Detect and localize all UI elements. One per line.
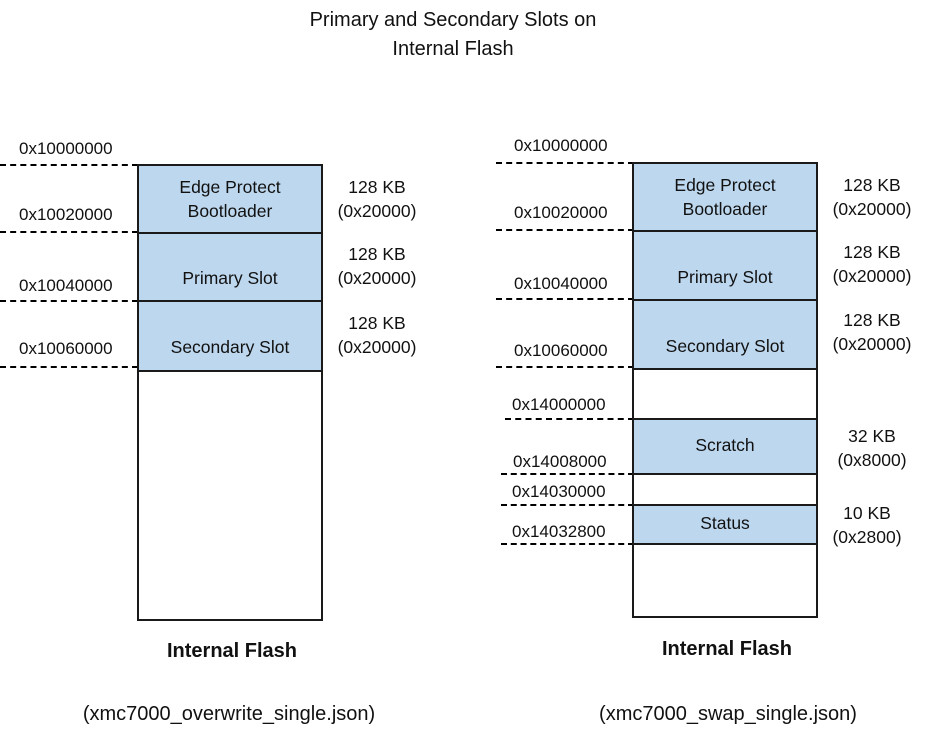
- address-dash-line: [0, 366, 138, 368]
- region-label: Bootloader: [682, 199, 768, 219]
- title-line-1: Primary and Secondary Slots on: [309, 9, 597, 31]
- address-dash-line: [505, 418, 634, 420]
- internal-flash-block: Edge Protect Bootloader Primary Slot Seco…: [137, 164, 323, 621]
- config-file-label: (xmc7000_swap_single.json): [599, 703, 857, 725]
- region-label: Primary Slot: [677, 266, 773, 287]
- flash-caption: Internal Flash: [661, 638, 793, 660]
- region-size: 128 KB (0x20000): [322, 242, 432, 290]
- address-dash-line: [496, 298, 634, 300]
- address-label: 0x10000000: [19, 139, 113, 158]
- size-kb: 32 KB: [848, 426, 896, 446]
- size-kb: 128 KB: [348, 244, 406, 264]
- size-kb: 128 KB: [348, 177, 406, 197]
- address-dash-line: [496, 162, 634, 164]
- config-file-label: (xmc7000_overwrite_single.json): [82, 703, 376, 725]
- size-kb: 128 KB: [843, 242, 901, 262]
- region-size: 10 KB (0x2800): [812, 501, 922, 549]
- address-dash-line: [0, 300, 138, 302]
- address-label: 0x10020000: [514, 203, 608, 222]
- address-dash-line: [496, 229, 634, 231]
- region-status: Status: [634, 504, 816, 545]
- region-size: 32 KB (0x8000): [817, 424, 927, 472]
- region-label: Edge Protect: [179, 177, 281, 197]
- size-kb: 128 KB: [843, 310, 901, 330]
- address-label: 0x10040000: [19, 276, 113, 295]
- address-label: 0x14000000: [512, 395, 606, 414]
- internal-flash-block: Edge Protect Bootloader Primary Slot Seco…: [632, 162, 818, 618]
- size-hex: (0x8000): [837, 450, 907, 470]
- region-label: Edge Protect: [674, 175, 776, 195]
- address-label: 0x14030000: [512, 482, 606, 501]
- region-secondary-slot: Secondary Slot: [139, 302, 321, 372]
- region-label: Scratch: [695, 434, 755, 455]
- region-size: 128 KB (0x20000): [817, 308, 927, 356]
- address-label: 0x10060000: [19, 339, 113, 358]
- region-primary-slot: Primary Slot: [139, 234, 321, 302]
- flash-caption: Internal Flash: [166, 640, 298, 662]
- size-kb: 10 KB: [843, 503, 891, 523]
- address-dash-line: [0, 231, 138, 233]
- size-hex: (0x20000): [337, 201, 417, 221]
- address-label: 0x14032800: [512, 522, 606, 541]
- region-scratch: Scratch: [634, 418, 816, 475]
- region-label: Secondary Slot: [665, 335, 785, 356]
- size-hex: (0x2800): [832, 527, 902, 547]
- diagram-title: Primary and Secondary Slots on Internal …: [0, 6, 906, 64]
- region-secondary-slot: Secondary Slot: [634, 301, 816, 370]
- size-kb: 128 KB: [843, 175, 901, 195]
- region-bootloader: Edge Protect Bootloader: [139, 166, 321, 234]
- region-label: Secondary Slot: [170, 337, 290, 357]
- region-size: 128 KB (0x20000): [817, 240, 927, 288]
- address-label: 0x10000000: [514, 136, 608, 155]
- address-label: 0x14008000: [513, 452, 607, 471]
- region-size: 128 KB (0x20000): [322, 311, 432, 359]
- address-dash-line: [0, 164, 138, 166]
- title-line-2: Internal Flash: [392, 38, 514, 60]
- region-label: Bootloader: [187, 201, 273, 221]
- address-dash-line: [501, 473, 634, 475]
- address-label: 0x10040000: [514, 274, 608, 293]
- region-bootloader: Edge Protect Bootloader: [634, 164, 816, 232]
- address-label: 0x10060000: [514, 341, 608, 360]
- address-dash-line: [501, 543, 634, 545]
- size-hex: (0x20000): [832, 266, 912, 286]
- region-size: 128 KB (0x20000): [817, 173, 927, 221]
- size-hex: (0x20000): [832, 199, 912, 219]
- region-label: Status: [700, 512, 750, 533]
- address-dash-line: [501, 504, 634, 506]
- region-primary-slot: Primary Slot: [634, 232, 816, 301]
- region-label: Primary Slot: [182, 268, 278, 288]
- size-kb: 128 KB: [348, 313, 406, 333]
- address-label: 0x10020000: [19, 205, 113, 224]
- address-dash-line: [496, 366, 634, 368]
- region-size: 128 KB (0x20000): [322, 175, 432, 223]
- size-hex: (0x20000): [337, 337, 417, 357]
- size-hex: (0x20000): [337, 268, 417, 288]
- size-hex: (0x20000): [832, 334, 912, 354]
